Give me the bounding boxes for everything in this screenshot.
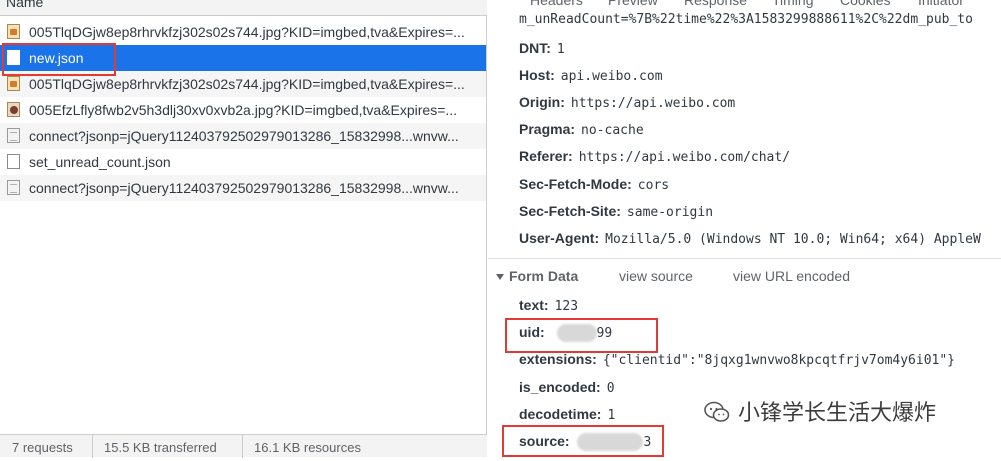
divider	[92, 435, 93, 458]
header-host: Host: api.weibo.com	[519, 67, 663, 84]
request-name: 005TlqDGjw8ep8rhrvkfzj302s02s744.jpg?KID…	[29, 76, 465, 92]
transferred-size: 15.5 KB transferred	[104, 440, 217, 455]
new-json-highlight-box	[2, 43, 116, 76]
status-bar: 7 requests 15.5 KB transferred 16.1 KB r…	[0, 434, 487, 458]
cookie-header-overflow: m_unReadCount=%7B%22time%22%3A1583299888…	[519, 12, 973, 27]
request-row[interactable]: connect?jsonp=jQuery11240379250297901​32…	[0, 123, 486, 149]
form-field-is-encoded: is_encoded: 0	[519, 379, 615, 396]
form-field-text: text: 123	[519, 297, 579, 314]
uid-highlight-box	[505, 318, 658, 353]
wechat-logo-icon	[704, 401, 730, 422]
collapse-triangle-icon[interactable]	[496, 274, 504, 281]
request-count: 7 requests	[12, 440, 73, 455]
image-file-icon	[7, 102, 20, 117]
image-file-icon	[7, 24, 20, 39]
header-sec-fetch-site: Sec-Fetch-Site: same-origin	[519, 203, 714, 220]
form-field-decodetime: decodetime: 1	[519, 406, 616, 423]
script-file-icon	[7, 128, 20, 143]
name-column-header[interactable]: Name	[0, 0, 487, 16]
header-dnt: DNT: 1	[519, 40, 565, 57]
resources-size: 16.1 KB resources	[254, 440, 361, 455]
request-name: connect?jsonp=jQuery11240379250297901​32…	[29, 180, 459, 196]
request-row[interactable]: 005EfzLfly8fwb2v5h3dlj30xv0xvb2a.jpg?KID…	[0, 97, 486, 123]
tab-preview[interactable]: Preview	[608, 0, 658, 8]
request-name: set_unread_count.json	[29, 154, 171, 170]
request-row[interactable]: connect?jsonp=jQuery11240379250297901​32…	[0, 175, 486, 201]
header-pragma: Pragma: no-cache	[519, 121, 644, 138]
view-url-encoded-link[interactable]: view URL encoded	[733, 265, 850, 287]
header-referer: Referer: https://api.weibo.com/chat/	[519, 148, 791, 165]
tab-response[interactable]: Response	[684, 0, 747, 8]
tab-cookies[interactable]: Cookies	[840, 0, 891, 8]
watermark-text: 小锋学长生活大爆炸	[738, 400, 937, 425]
document-file-icon	[7, 154, 20, 169]
request-row[interactable]: set_unread_count.json	[0, 149, 486, 175]
header-origin: Origin: https://api.weibo.com	[519, 94, 736, 111]
request-details-panel: Headers Preview Response Timing Cookies …	[488, 0, 1001, 457]
section-divider	[488, 258, 1001, 259]
divider	[242, 435, 243, 458]
header-user-agent: User-Agent: Mozilla/5.0 (Windows NT 10.0;…	[519, 230, 981, 247]
header-sec-fetch-mode: Sec-Fetch-Mode: cors	[519, 176, 670, 193]
watermark: 小锋学长生活大爆炸	[704, 395, 936, 431]
view-source-link[interactable]: view source	[619, 265, 693, 287]
network-request-list-panel: Name 005TlqDGjw8ep8rhrvkfzj302s02s744.jp…	[0, 0, 487, 458]
script-file-icon	[7, 180, 20, 195]
request-name: 005EfzLfly8fwb2v5h3dlj30xv0xvb2a.jpg?KID…	[29, 102, 458, 118]
details-tabs: Headers Preview Response Timing Cookies …	[488, 0, 1001, 12]
source-highlight-box	[502, 425, 664, 457]
tab-headers[interactable]: Headers	[530, 0, 583, 8]
request-name: 005TlqDGjw8ep8rhrvkfzj302s02s744.jpg?KID…	[29, 24, 465, 40]
request-row[interactable]: 005TlqDGjw8ep8rhrvkfzj302s02s744.jpg?KID…	[0, 19, 486, 45]
tab-timing[interactable]: Timing	[772, 0, 814, 8]
form-data-section-header[interactable]: Form Data view source view URL encoded	[496, 265, 996, 287]
tab-initiator[interactable]: Initiator	[918, 0, 964, 8]
request-name: connect?jsonp=jQuery11240379250297901​32…	[29, 128, 459, 144]
image-file-icon	[7, 76, 20, 91]
